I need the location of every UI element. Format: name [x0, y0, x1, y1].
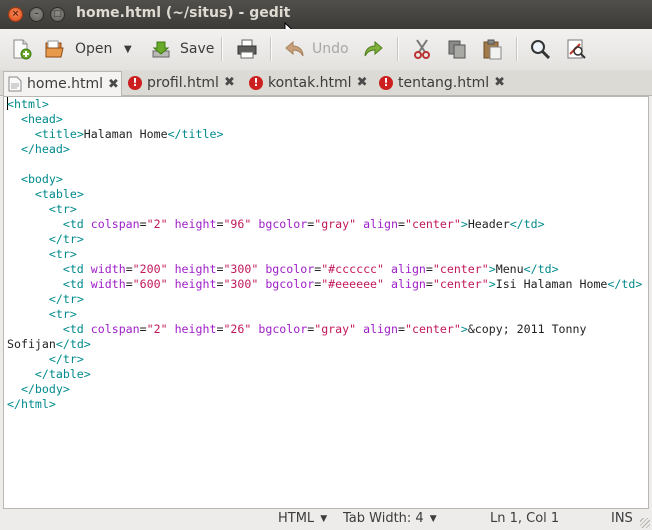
- minimize-window-button[interactable]: –: [29, 7, 44, 22]
- copy-button[interactable]: [446, 34, 468, 64]
- code-line: <body>: [20, 172, 63, 186]
- tab-tentang-html[interactable]: ! tentang.html ✖: [376, 71, 512, 94]
- undo-label: Undo: [312, 41, 349, 57]
- toolbar-separator: [397, 37, 399, 61]
- toolbar-separator: [516, 37, 518, 61]
- tab-label: kontak.html: [268, 74, 352, 91]
- undo-arrow-icon: [285, 40, 304, 57]
- open-recent-dropdown[interactable]: ▼: [124, 34, 132, 64]
- code-line: <td width="600" height="300" bgcolor="#e…: [62, 277, 643, 291]
- code-line: <table>: [34, 187, 84, 201]
- find-replace-button[interactable]: [565, 34, 587, 64]
- text-editor[interactable]: <html> <head> <title>Halaman Home</title…: [3, 96, 649, 509]
- code-line: </body>: [20, 382, 70, 396]
- tab-home-html[interactable]: home.html ✖: [3, 71, 122, 96]
- resize-grip[interactable]: [640, 518, 650, 528]
- dropdown-arrow-icon: ▼: [429, 514, 437, 524]
- code-line: <td width="200" height="300" bgcolor="#c…: [62, 262, 559, 276]
- code-line: <tr>: [48, 202, 77, 216]
- code-line: </tr>: [48, 292, 84, 306]
- dropdown-arrow-icon: ▼: [124, 43, 132, 55]
- close-icon: ×: [11, 9, 20, 19]
- toolbar-separator: [270, 37, 272, 61]
- tab-label: tentang.html: [398, 74, 490, 91]
- language-selector[interactable]: HTML ▼: [278, 511, 327, 526]
- scissors-icon: [414, 39, 430, 59]
- print-button[interactable]: [236, 34, 258, 64]
- code-line: <td colspan="2" height="96" bgcolor="gra…: [62, 217, 545, 231]
- code-line: Sofijan</td>: [7, 337, 91, 351]
- code-line: <head>: [20, 112, 63, 126]
- folder-open-icon: [45, 40, 64, 58]
- error-icon: !: [249, 75, 263, 90]
- open-label: Open: [75, 41, 113, 57]
- new-document-button[interactable]: [10, 34, 32, 64]
- redo-arrow-icon: [364, 40, 383, 57]
- language-label: HTML: [278, 511, 315, 526]
- code-line: <tr>: [48, 247, 77, 261]
- code-line: </head>: [20, 142, 70, 156]
- close-tab-icon[interactable]: ✖: [108, 77, 119, 92]
- code-line: </html>: [7, 397, 56, 411]
- toolbar: Open ▼ Save Undo: [0, 29, 652, 70]
- close-tab-icon[interactable]: ✖: [357, 75, 368, 90]
- maximize-window-button[interactable]: □: [50, 7, 65, 22]
- tab-bar: home.html ✖ ! profil.html ✖ ! kontak.htm…: [0, 70, 652, 96]
- code-line: </tr>: [48, 232, 84, 246]
- dropdown-arrow-icon: ▼: [320, 514, 328, 524]
- code-line: <td colspan="2" height="26" bgcolor="gra…: [62, 322, 587, 336]
- magnifier-icon: [531, 40, 551, 60]
- cut-button[interactable]: [411, 34, 433, 64]
- error-icon: !: [128, 75, 142, 90]
- tab-label: home.html: [27, 76, 104, 92]
- maximize-icon: □: [53, 9, 62, 19]
- close-tab-icon[interactable]: ✖: [224, 75, 235, 90]
- toolbar-separator: [221, 37, 223, 61]
- copy-icon: [448, 40, 466, 59]
- code-line: </tr>: [48, 352, 84, 366]
- paste-button[interactable]: [481, 34, 503, 64]
- tab-width-selector[interactable]: Tab Width: 4 ▼: [343, 511, 437, 526]
- open-button[interactable]: Open: [44, 34, 112, 64]
- tab-width-label: Tab Width: 4: [343, 511, 424, 526]
- find-replace-icon: [567, 39, 586, 59]
- undo-button[interactable]: Undo: [284, 34, 349, 64]
- insert-mode: INS: [611, 511, 633, 526]
- cursor-position: Ln 1, Col 1: [490, 511, 560, 526]
- title-bar[interactable]: × – □ home.html (~/situs) - gedit: [0, 0, 652, 40]
- save-button[interactable]: Save: [150, 34, 214, 64]
- code-view[interactable]: <html> <head> <title>Halaman Home</title…: [7, 97, 642, 412]
- close-tab-icon[interactable]: ✖: [494, 75, 505, 90]
- tab-label: profil.html: [147, 74, 219, 91]
- redo-button[interactable]: [362, 34, 384, 64]
- new-document-icon: [13, 39, 32, 60]
- save-label: Save: [180, 41, 215, 57]
- code-line: <html>: [7, 97, 49, 111]
- close-window-button[interactable]: ×: [8, 7, 23, 22]
- tab-kontak-html[interactable]: ! kontak.html ✖: [246, 71, 374, 94]
- save-icon: [152, 41, 170, 58]
- code-line: </table>: [34, 367, 91, 381]
- code-line: <title>Halaman Home</title>: [34, 127, 224, 141]
- printer-icon: [237, 39, 257, 59]
- tab-profil-html[interactable]: ! profil.html ✖: [125, 71, 244, 94]
- gedit-window: × – □ home.html (~/situs) - gedit Open ▼…: [0, 0, 652, 530]
- error-icon: !: [379, 75, 393, 90]
- minimize-icon: –: [34, 9, 39, 19]
- document-icon: [8, 76, 22, 92]
- code-line: <tr>: [48, 307, 77, 321]
- clipboard-icon: [483, 39, 502, 60]
- status-bar: HTML ▼ Tab Width: 4 ▼ Ln 1, Col 1 INS: [0, 509, 652, 530]
- find-button[interactable]: [529, 34, 551, 64]
- window-title: home.html (~/situs) - gedit: [76, 5, 291, 21]
